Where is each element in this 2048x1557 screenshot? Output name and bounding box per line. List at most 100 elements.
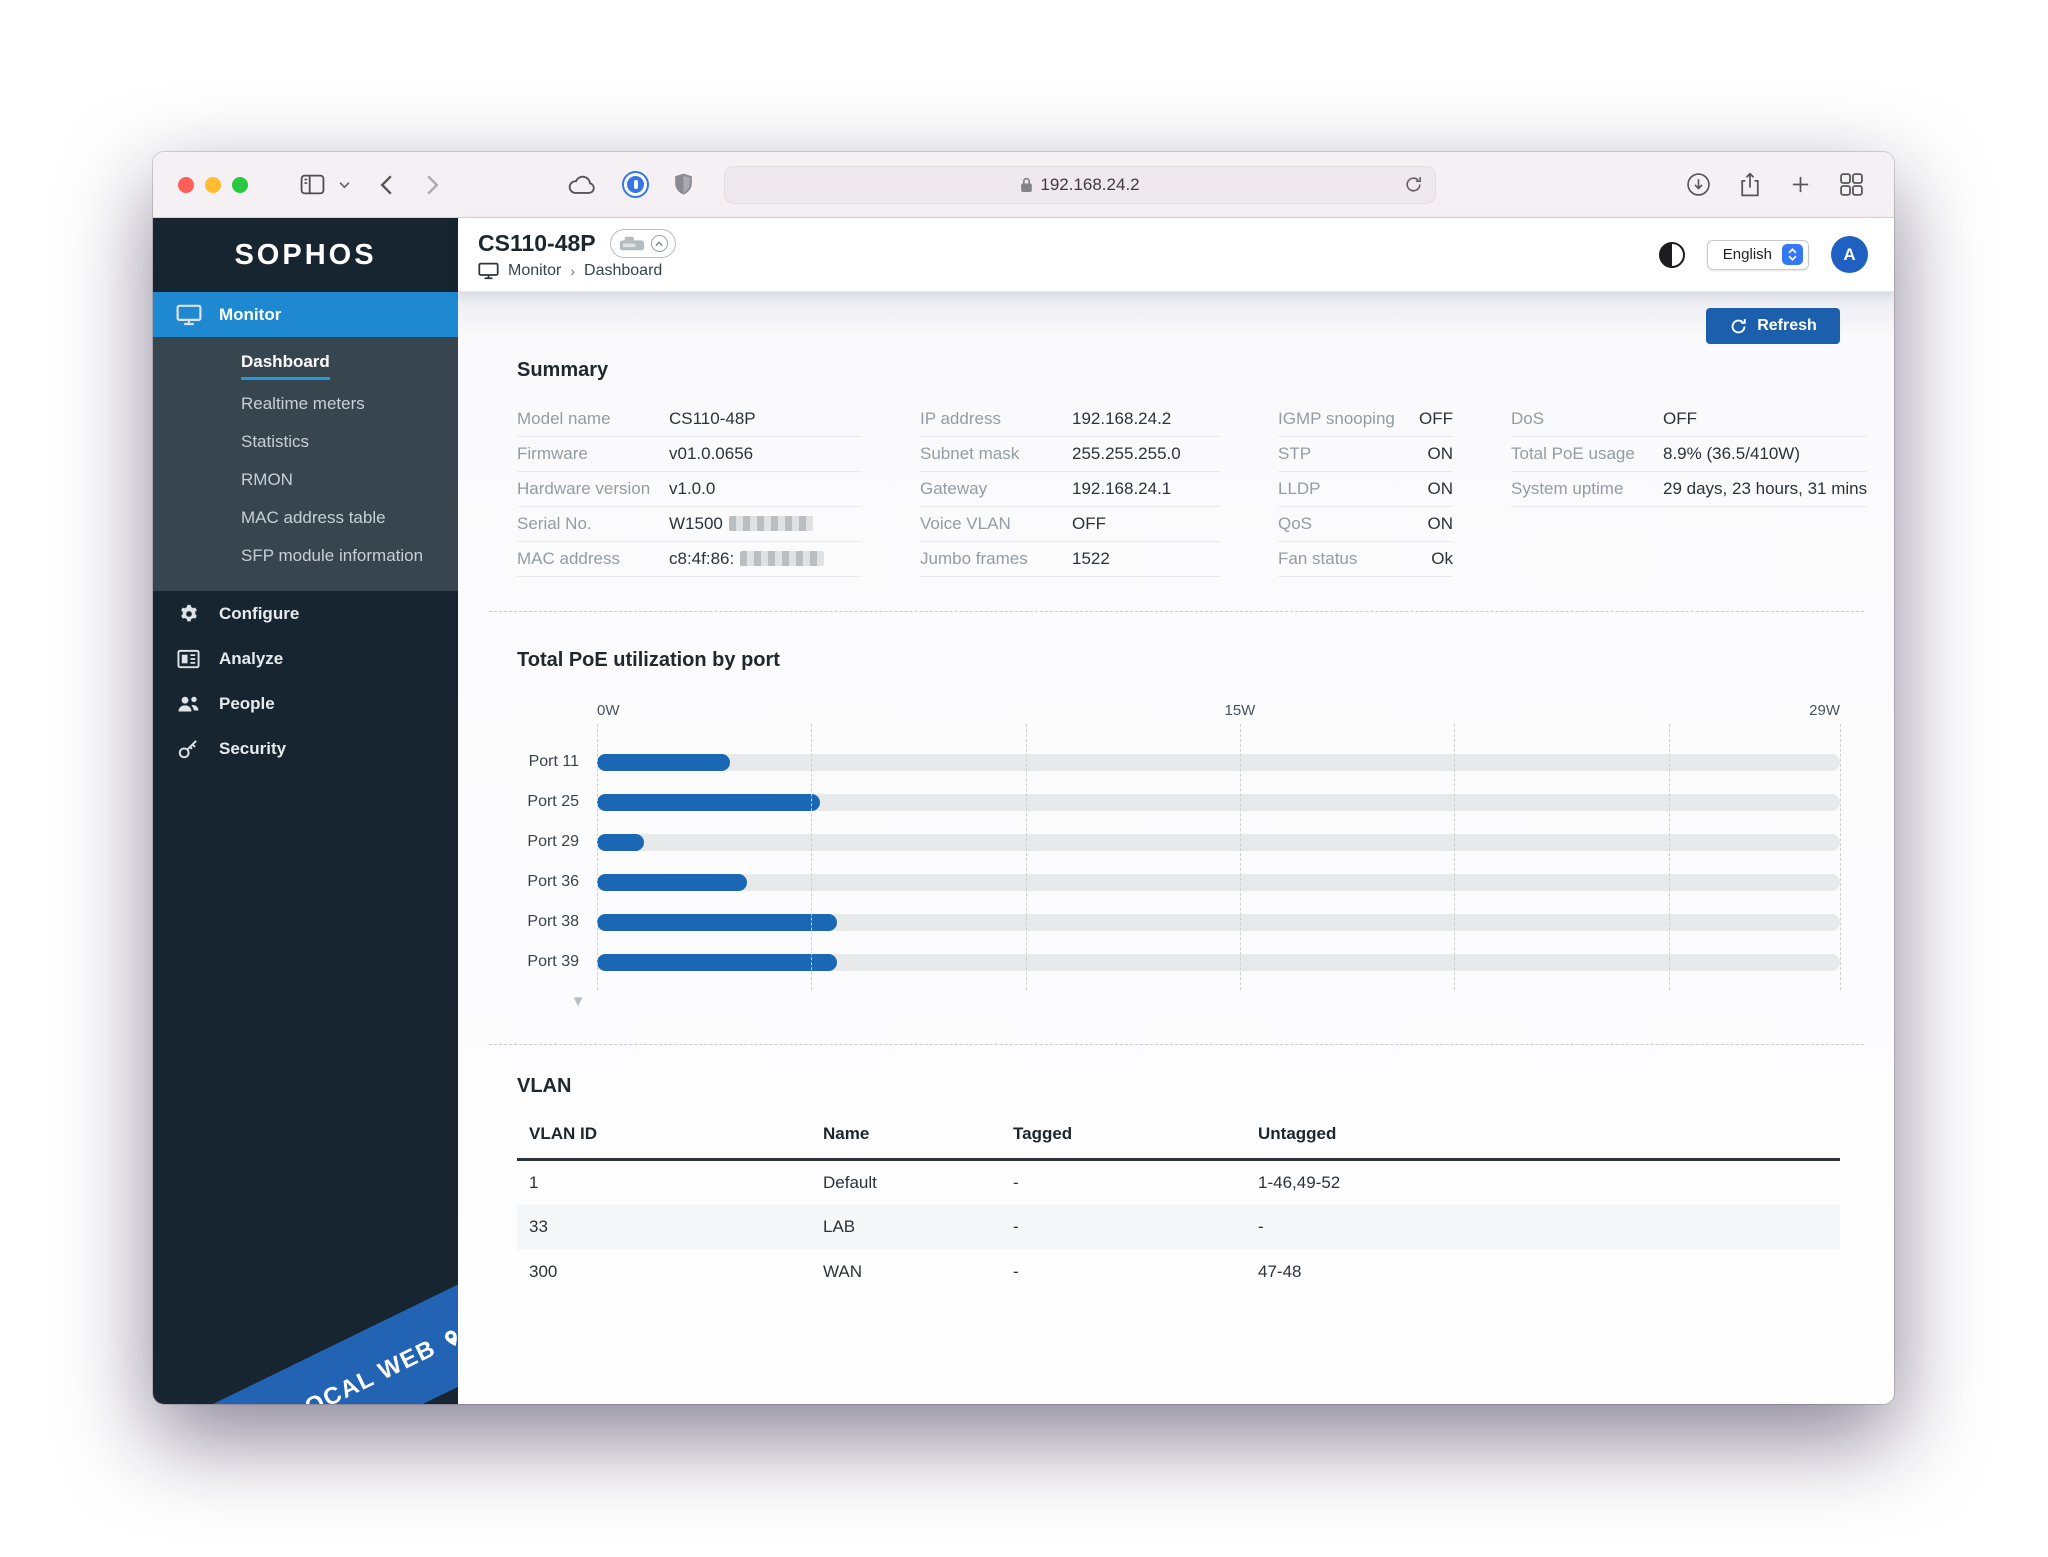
address-bar[interactable]: 192.168.24.2 (724, 165, 1436, 204)
vlan-column-header: Tagged (1001, 1124, 1246, 1161)
poe-track (597, 833, 1840, 851)
chart-gridline (1840, 724, 1841, 990)
summary-label: Model name (517, 409, 611, 428)
chevron-up-icon (650, 235, 668, 252)
vlan-row: 1 Default - 1-46,49-52 (517, 1160, 1840, 1205)
poe-chart-row: Port 36 (527, 862, 1840, 902)
app-header: CS110-48P Monitor › Dashboard English A (458, 218, 1894, 291)
poe-chart-row: Port 29 (527, 822, 1840, 862)
submenu-item-mac-address-table[interactable]: MAC address table (153, 499, 458, 537)
chart-gridline (1668, 724, 1670, 990)
chart-gridline (811, 724, 813, 990)
report-icon (175, 649, 202, 669)
port-label: Port 11 (528, 753, 579, 770)
share-icon[interactable] (1738, 171, 1762, 198)
downloads-icon[interactable] (1686, 171, 1711, 198)
submenu-item-rmon[interactable]: RMON (153, 461, 458, 499)
summary-value: v1.0.0 (669, 479, 716, 498)
forward-icon[interactable] (426, 174, 439, 196)
summary-row: Voice VLAN OFF (920, 507, 1220, 542)
browser-toolbar: 192.168.24.2 (153, 152, 1894, 218)
poe-track (597, 873, 1840, 891)
vlan-cell: 33 (529, 1217, 548, 1236)
vlan-cell: - (1013, 1217, 1019, 1236)
poe-chart-row: Port 11 (529, 742, 1840, 782)
summary-value: OFF (1419, 409, 1453, 428)
summary-value: W1500 (669, 514, 813, 534)
poe-track (597, 913, 1840, 931)
port-label: Port 36 (527, 873, 579, 890)
dark-mode-toggle-icon[interactable] (1658, 241, 1685, 268)
scroll-more-indicator[interactable]: ▼ (547, 993, 609, 1010)
back-icon[interactable] (380, 174, 393, 196)
user-avatar[interactable]: A (1831, 236, 1868, 273)
chart-gridline (1239, 724, 1241, 990)
gear-icon (175, 603, 202, 625)
chevron-down-icon[interactable] (339, 181, 350, 189)
submenu-item-statistics[interactable]: Statistics (153, 423, 458, 461)
refresh-button[interactable]: Refresh (1706, 308, 1840, 344)
sidebar-item-label: People (219, 693, 275, 713)
monitor-icon (175, 304, 202, 326)
vlan-cell: - (1258, 1217, 1264, 1236)
vlan-cell: Default (823, 1172, 877, 1192)
summary-column: DoS OFF Total PoE usage 8.9% (36.5/410W) Sys… (1511, 402, 1868, 577)
summary-value: 29 days, 23 hours, 31 mins (1663, 479, 1868, 498)
password-manager-icon[interactable] (622, 171, 649, 198)
minimize-window-button[interactable] (205, 176, 221, 193)
submenu-item-dashboard[interactable]: Dashboard (153, 347, 458, 385)
submenu-item-sfp-module-information[interactable]: SFP module information (153, 537, 458, 575)
page-title: CS110-48P (478, 230, 596, 256)
summary-row: STP ON (1278, 437, 1453, 472)
sidebar-toggle-icon[interactable] (300, 174, 325, 195)
poe-chart-title: Total PoE utilization by port (517, 649, 780, 671)
chart-gridline (1025, 724, 1027, 990)
sidebar-item-configure[interactable]: Configure (153, 591, 458, 636)
tab-overview-icon[interactable] (1839, 171, 1864, 198)
summary-row: Total PoE usage 8.9% (36.5/410W) (1511, 437, 1868, 472)
cloud-icon[interactable] (567, 174, 598, 196)
axis-tick-label: 15W (1224, 702, 1256, 719)
summary-row: Model name CS110-48P (517, 402, 862, 437)
redacted-blur (728, 516, 813, 531)
summary-row: IP address 192.168.24.2 (920, 402, 1220, 437)
device-selector-button[interactable] (609, 229, 676, 258)
sidebar-item-analyze[interactable]: Analyze (153, 636, 458, 681)
vlan-column-header: Name (811, 1124, 1001, 1161)
switch-device-icon (619, 236, 644, 250)
zoom-window-button[interactable] (232, 176, 248, 193)
close-window-button[interactable] (178, 176, 194, 193)
summary-value: c8:4f:86: (669, 549, 825, 569)
sophos-logo: SOPHOS (234, 238, 377, 271)
submenu-item-realtime-meters[interactable]: Realtime meters (153, 385, 458, 423)
summary-label: Jumbo frames (920, 549, 1028, 568)
sidebar-item-label: Security (219, 738, 287, 758)
breadcrumb-dashboard[interactable]: Dashboard (584, 262, 662, 280)
redacted-blur (740, 551, 825, 566)
poe-bar (597, 953, 838, 971)
vlan-cell: - (1013, 1262, 1019, 1281)
summary-label: Gateway (920, 479, 988, 498)
vlan-heading: VLAN (517, 1075, 572, 1097)
sidebar-item-people[interactable]: People (153, 681, 458, 726)
summary-value: Ok (1431, 549, 1453, 568)
reload-icon[interactable] (1403, 174, 1424, 195)
privacy-shield-icon[interactable] (673, 172, 694, 197)
summary-value: OFF (1663, 409, 1697, 428)
summary-row: Gateway 192.168.24.1 (920, 472, 1220, 507)
port-label: Port 25 (527, 793, 579, 810)
new-tab-icon[interactable] (1789, 171, 1812, 198)
sidebar-item-monitor[interactable]: Monitor (153, 292, 458, 337)
language-select[interactable]: English (1706, 239, 1809, 270)
summary-heading: Summary (517, 359, 609, 381)
summary-label: Serial No. (517, 514, 592, 533)
sidebar-item-security[interactable]: Security (153, 726, 458, 771)
vlan-cell: WAN (823, 1262, 863, 1281)
poe-chart-row: Port 38 (527, 902, 1840, 942)
breadcrumb-monitor[interactable]: Monitor (508, 262, 561, 280)
poe-track (597, 953, 1840, 971)
summary-label: DoS (1511, 409, 1545, 428)
summary-value: ON (1427, 444, 1454, 463)
summary-value: 1522 (1072, 549, 1110, 568)
breadcrumb: Monitor › Dashboard (478, 262, 676, 280)
